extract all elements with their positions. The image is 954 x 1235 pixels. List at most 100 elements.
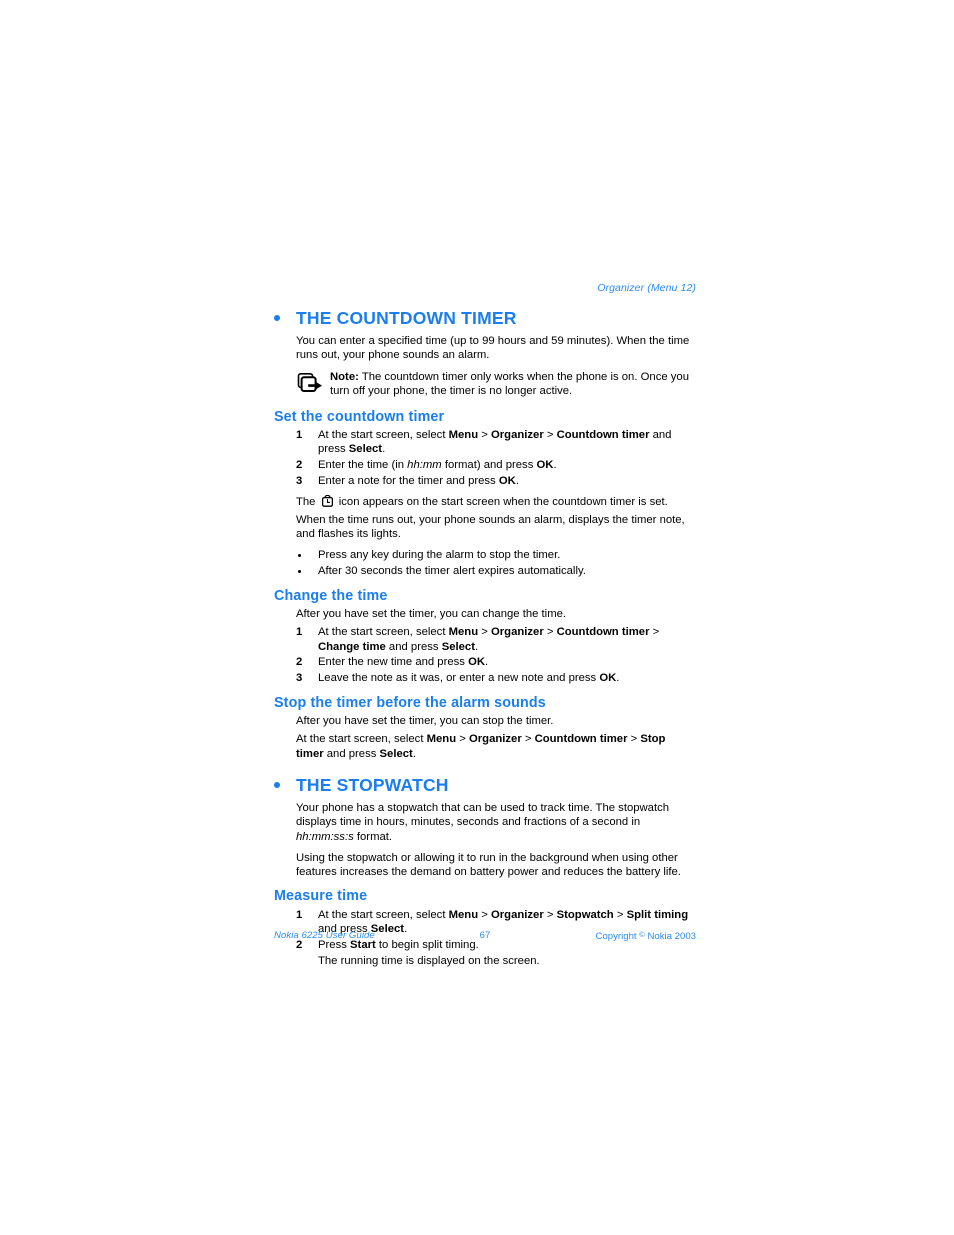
page-content: THE COUNTDOWN TIMER You can enter a spec…	[274, 308, 696, 974]
text-run: >	[456, 733, 469, 746]
ui-term: Countdown timer	[556, 626, 650, 639]
bullet-item: After 30 seconds the timer alert expires…	[274, 564, 696, 578]
steps-list-set-countdown-timer: 1 At the start screen, select Menu > Orga…	[274, 428, 696, 489]
ui-term: Menu	[426, 733, 457, 746]
subsection-heading-stop-the-timer: Stop the timer before the alarm sounds	[274, 694, 546, 711]
step-item: 1 At the start screen, select Menu > Orga…	[274, 428, 696, 457]
text-run: At the start screen, select	[318, 908, 449, 921]
text-run: >	[543, 908, 557, 921]
icon-note-suffix: icon appears on the start screen when th…	[338, 495, 668, 508]
text-run: Enter the new time and press	[318, 656, 469, 669]
text-run: >	[649, 626, 660, 639]
step-number: 1	[296, 428, 303, 441]
note-pointer-icon	[297, 372, 323, 395]
footer-copyright-before: Copyright	[595, 931, 640, 942]
step-text: Enter the new time and press OK.	[318, 656, 488, 668]
text-run: >	[478, 428, 491, 441]
note-label: Note:	[330, 370, 359, 383]
text-run: >	[627, 733, 641, 746]
ui-term: Organizer	[490, 428, 544, 441]
step-subnote: The running time is displayed on the scr…	[318, 954, 540, 967]
text-run: At the start screen, select	[318, 428, 449, 441]
ui-term: Organizer	[490, 626, 544, 639]
ui-term: Organizer	[490, 908, 544, 921]
section-heading-countdown-timer: THE COUNTDOWN TIMER	[274, 308, 696, 328]
text-run: .	[412, 747, 416, 760]
ui-term: Menu	[448, 908, 479, 921]
ui-term: Change time	[318, 640, 386, 653]
step-number: 1	[296, 626, 303, 639]
section-heading-stopwatch: THE STOPWATCH	[274, 775, 696, 795]
subsection-heading-measure-time: Measure time	[274, 888, 368, 905]
icon-note-prefix: The	[296, 495, 316, 508]
countdown-timer-icon	[321, 494, 333, 507]
text-run: and press	[323, 747, 380, 760]
note-callout: Note: The countdown timer only works whe…	[274, 370, 696, 400]
note-body: The countdown timer only works when the …	[330, 370, 689, 398]
bullet-list-countdown-alarm: Press any key during the alarm to stop t…	[274, 548, 696, 578]
ui-term: OK	[498, 475, 516, 488]
text-run: .	[474, 640, 479, 653]
text-run: >	[521, 733, 535, 746]
text-run: >	[543, 626, 557, 639]
ui-term: Stopwatch	[556, 908, 614, 921]
steps-list-change-the-time: 1 At the start screen, select Menu > Orga…	[274, 625, 696, 686]
step-number: 1	[296, 908, 303, 921]
text-run: >	[478, 626, 491, 639]
ui-term: Organizer	[468, 733, 522, 746]
text-run: .	[553, 459, 557, 472]
step-item: 3 Leave the note as it was, or enter a ne…	[274, 671, 696, 685]
text-run: .	[485, 656, 489, 669]
ui-term: OK	[599, 672, 617, 685]
text-run: format.	[353, 830, 393, 843]
text-run: >	[613, 908, 627, 921]
bullet-text: After 30 seconds the timer alert expires…	[318, 565, 586, 578]
countdown-icon-note-paragraph: The icon appears on the start screen whe…	[274, 494, 696, 509]
text-run: Your phone has a stopwatch that can be u…	[296, 801, 670, 829]
ui-term: OK	[468, 656, 486, 669]
stopwatch-intro-paragraph: Your phone has a stopwatch that can be u…	[274, 801, 696, 844]
text-run: At the start screen, select	[296, 733, 427, 746]
step-number: 3	[296, 672, 303, 685]
countdown-intro-paragraph: You can enter a specified time (up to 99…	[296, 335, 690, 362]
text-run: Enter a note for the timer and press	[318, 475, 499, 488]
footer-copyright: Copyright © Nokia 2003	[596, 930, 696, 942]
text-run: Leave the note as it was, or enter a new…	[318, 672, 600, 685]
change-time-intro-paragraph: After you have set the timer, you can ch…	[296, 607, 567, 620]
section-heading-countdown-timer-label: THE COUNTDOWN TIMER	[296, 308, 517, 328]
text-run: format) and press	[441, 459, 537, 472]
bullet-dot-icon	[298, 553, 302, 558]
subsection-heading-set-countdown-timer: Set the countdown timer	[274, 408, 445, 425]
text-run: Enter the time (in	[318, 459, 408, 472]
ui-term: OK	[536, 459, 554, 472]
stop-timer-instruction-paragraph: At the start screen, select Menu > Organ…	[274, 732, 696, 761]
format-token: hh:mm	[407, 459, 442, 472]
ui-term: Select	[441, 640, 475, 653]
step-text: At the start screen, select Menu > Organ…	[318, 626, 659, 652]
bullet-text: Press any key during the alarm to stop t…	[318, 549, 561, 562]
ui-term: Select	[379, 747, 413, 760]
countdown-alarm-paragraph: When the time runs out, your phone sound…	[296, 513, 685, 541]
text-run: >	[478, 908, 491, 921]
bullet-dot-icon	[298, 569, 302, 574]
footer-copyright-after: Nokia 2003	[644, 931, 696, 942]
ui-term: Countdown timer	[534, 733, 628, 746]
ui-term: Menu	[448, 626, 479, 639]
text-run: .	[616, 672, 620, 685]
text-run: .	[515, 475, 519, 488]
bullet-dot-icon	[274, 781, 280, 788]
page-footer: Nokia 6225 User Guide 67 Copyright © Nok…	[274, 930, 696, 944]
step-item: 2 Enter the new time and press OK.	[274, 655, 696, 669]
step-item: 2 Enter the time (in hh:mm format) and pr…	[274, 458, 696, 472]
bullet-dot-icon	[274, 315, 280, 321]
ui-term: Menu	[448, 428, 479, 441]
step-number: 3	[296, 475, 303, 488]
text-run: .	[382, 443, 386, 456]
step-text: Enter a note for the timer and press OK.	[318, 475, 519, 487]
ui-term: Split timing	[626, 908, 689, 921]
text-run: and press	[385, 640, 442, 653]
stopwatch-battery-note-paragraph: Using the stopwatch or allowing it to ru…	[296, 851, 681, 879]
step-item: 3 Enter a note for the timer and press OK…	[274, 474, 696, 488]
section-heading-stopwatch-label: THE STOPWATCH	[296, 774, 449, 795]
step-item: 1 At the start screen, select Menu > Orga…	[274, 625, 696, 654]
